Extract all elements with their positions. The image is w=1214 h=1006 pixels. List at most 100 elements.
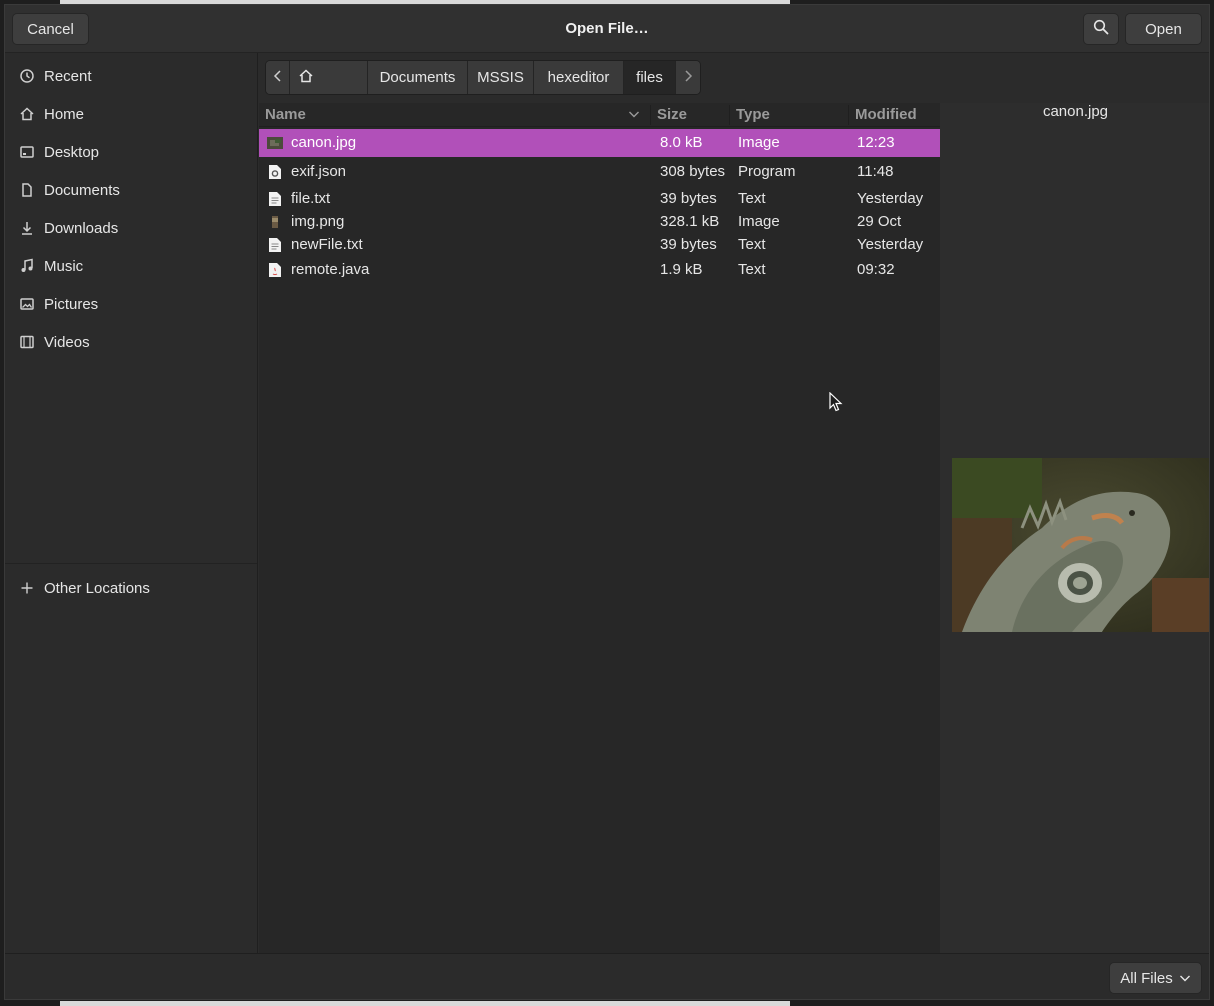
sort-chevron-down-icon	[628, 107, 640, 125]
file-modified: 09:32	[857, 261, 895, 278]
file-name: img.png	[291, 213, 345, 230]
column-divider[interactable]	[729, 105, 730, 125]
preview-filename: canon.jpg	[1042, 103, 1109, 120]
crumb-home[interactable]	[290, 61, 368, 94]
file-chooser-dialog: Cancel Open File… Open Recent Home Deskt…	[4, 4, 1210, 1000]
text-file-icon	[267, 233, 283, 256]
cancel-button[interactable]: Cancel	[12, 13, 89, 45]
open-button[interactable]: Open	[1125, 13, 1202, 45]
chevron-down-icon	[1179, 973, 1191, 983]
column-modified[interactable]: Modified	[855, 103, 917, 127]
file-list: Name Size Type Modified canon.jpg 8.0 kB…	[259, 103, 940, 953]
file-size: 39 bytes	[660, 190, 717, 207]
image-thumbnail-icon	[267, 210, 283, 233]
file-modified: 11:48	[857, 163, 894, 180]
sidebar-item-label: Home	[44, 105, 85, 123]
background-window-strip	[60, 1001, 790, 1006]
file-row[interactable]: newFile.txt 39 bytes Text Yesterday	[259, 233, 940, 256]
file-name: newFile.txt	[291, 236, 363, 253]
file-modified: 12:23	[857, 134, 895, 151]
mouse-cursor-icon	[829, 391, 843, 412]
file-row[interactable]: remote.java 1.9 kB Text 09:32	[259, 257, 940, 283]
sidebar-item-pictures[interactable]: Pictures	[5, 286, 257, 322]
program-file-icon	[267, 159, 283, 185]
file-type: Text	[738, 236, 766, 253]
file-row[interactable]: file.txt 39 bytes Text Yesterday	[259, 187, 940, 210]
file-size: 1.9 kB	[660, 261, 703, 278]
file-name: exif.json	[291, 163, 347, 180]
file-type: Text	[738, 261, 766, 278]
image-thumbnail-icon	[267, 129, 283, 157]
text-file-icon	[267, 187, 283, 210]
file-row[interactable]: img.png 328.1 kB Image 29 Oct	[259, 210, 940, 233]
file-size: 308 bytes	[660, 163, 726, 180]
file-name: remote.java	[291, 261, 370, 278]
sidebar-item-other-locations[interactable]: Other Locations	[5, 570, 257, 606]
chevron-right-icon	[683, 69, 693, 86]
file-modified: 29 Oct	[857, 213, 902, 230]
search-icon	[1093, 19, 1109, 39]
downloads-icon	[19, 220, 35, 236]
path-bar: Documents MSSIS hexeditor files	[259, 53, 1209, 103]
crumb-documents[interactable]: Documents	[368, 61, 468, 94]
java-file-icon	[267, 257, 283, 283]
sidebar-item-videos[interactable]: Videos	[5, 324, 257, 360]
home-icon	[19, 106, 35, 122]
crumb-mssis[interactable]: MSSIS	[468, 61, 534, 94]
places-sidebar: Recent Home Desktop Documents Downloads …	[5, 53, 258, 953]
file-modified: Yesterday	[857, 190, 924, 207]
sidebar-item-label: Desktop	[44, 143, 100, 161]
chevron-left-icon	[273, 69, 283, 86]
file-name: file.txt	[291, 190, 331, 207]
file-name: canon.jpg	[291, 134, 357, 151]
column-divider[interactable]	[650, 105, 651, 125]
file-filter-dropdown[interactable]: All Files	[1109, 962, 1202, 994]
videos-icon	[19, 334, 35, 350]
sidebar-item-documents[interactable]: Documents	[5, 172, 257, 208]
crumb-files[interactable]: files	[624, 61, 676, 94]
file-row[interactable]: exif.json 308 bytes Program 11:48	[259, 159, 940, 185]
sidebar-item-label: Videos	[44, 333, 90, 351]
column-divider[interactable]	[848, 105, 849, 125]
file-type: Text	[738, 190, 766, 207]
desktop-icon	[19, 144, 35, 160]
column-name[interactable]: Name	[265, 103, 306, 127]
sidebar-item-label: Documents	[44, 181, 120, 199]
sidebar-item-music[interactable]: Music	[5, 248, 257, 284]
home-icon	[298, 68, 314, 88]
dialog-title: Open File…	[565, 20, 649, 37]
file-type: Image	[738, 213, 780, 230]
plus-icon	[19, 580, 35, 596]
pictures-icon	[19, 296, 35, 312]
footer-bar: All Files	[5, 953, 1209, 999]
sidebar-item-desktop[interactable]: Desktop	[5, 134, 257, 170]
file-size: 328.1 kB	[660, 213, 720, 230]
sidebar-item-home[interactable]: Home	[5, 96, 257, 132]
header-bar: Cancel Open File… Open	[5, 5, 1209, 53]
file-type: Image	[738, 134, 780, 151]
path-forward-button[interactable]	[676, 61, 700, 94]
crumb-hexeditor[interactable]: hexeditor	[534, 61, 624, 94]
sidebar-separator	[5, 563, 257, 564]
column-type[interactable]: Type	[736, 103, 770, 127]
file-size: 8.0 kB	[660, 134, 703, 151]
preview-image	[952, 458, 1209, 632]
recent-icon	[19, 68, 35, 84]
column-header: Name Size Type Modified	[259, 103, 940, 127]
sidebar-item-label: Recent	[44, 67, 92, 85]
sidebar-item-downloads[interactable]: Downloads	[5, 210, 257, 246]
file-type: Program	[738, 163, 796, 180]
music-icon	[19, 258, 35, 274]
file-modified: Yesterday	[857, 236, 924, 253]
path-back-button[interactable]	[266, 61, 290, 94]
sidebar-item-label: Music	[44, 257, 84, 275]
preview-pane: canon.jpg	[940, 103, 1209, 953]
search-button[interactable]	[1083, 13, 1119, 45]
sidebar-item-label: Downloads	[44, 219, 119, 237]
file-row[interactable]: canon.jpg 8.0 kB Image 12:23	[259, 129, 940, 157]
breadcrumb: Documents MSSIS hexeditor files	[265, 60, 701, 95]
file-size: 39 bytes	[660, 236, 717, 253]
sidebar-item-label: Other Locations	[44, 579, 150, 597]
column-size[interactable]: Size	[657, 103, 687, 127]
sidebar-item-recent[interactable]: Recent	[5, 58, 257, 94]
